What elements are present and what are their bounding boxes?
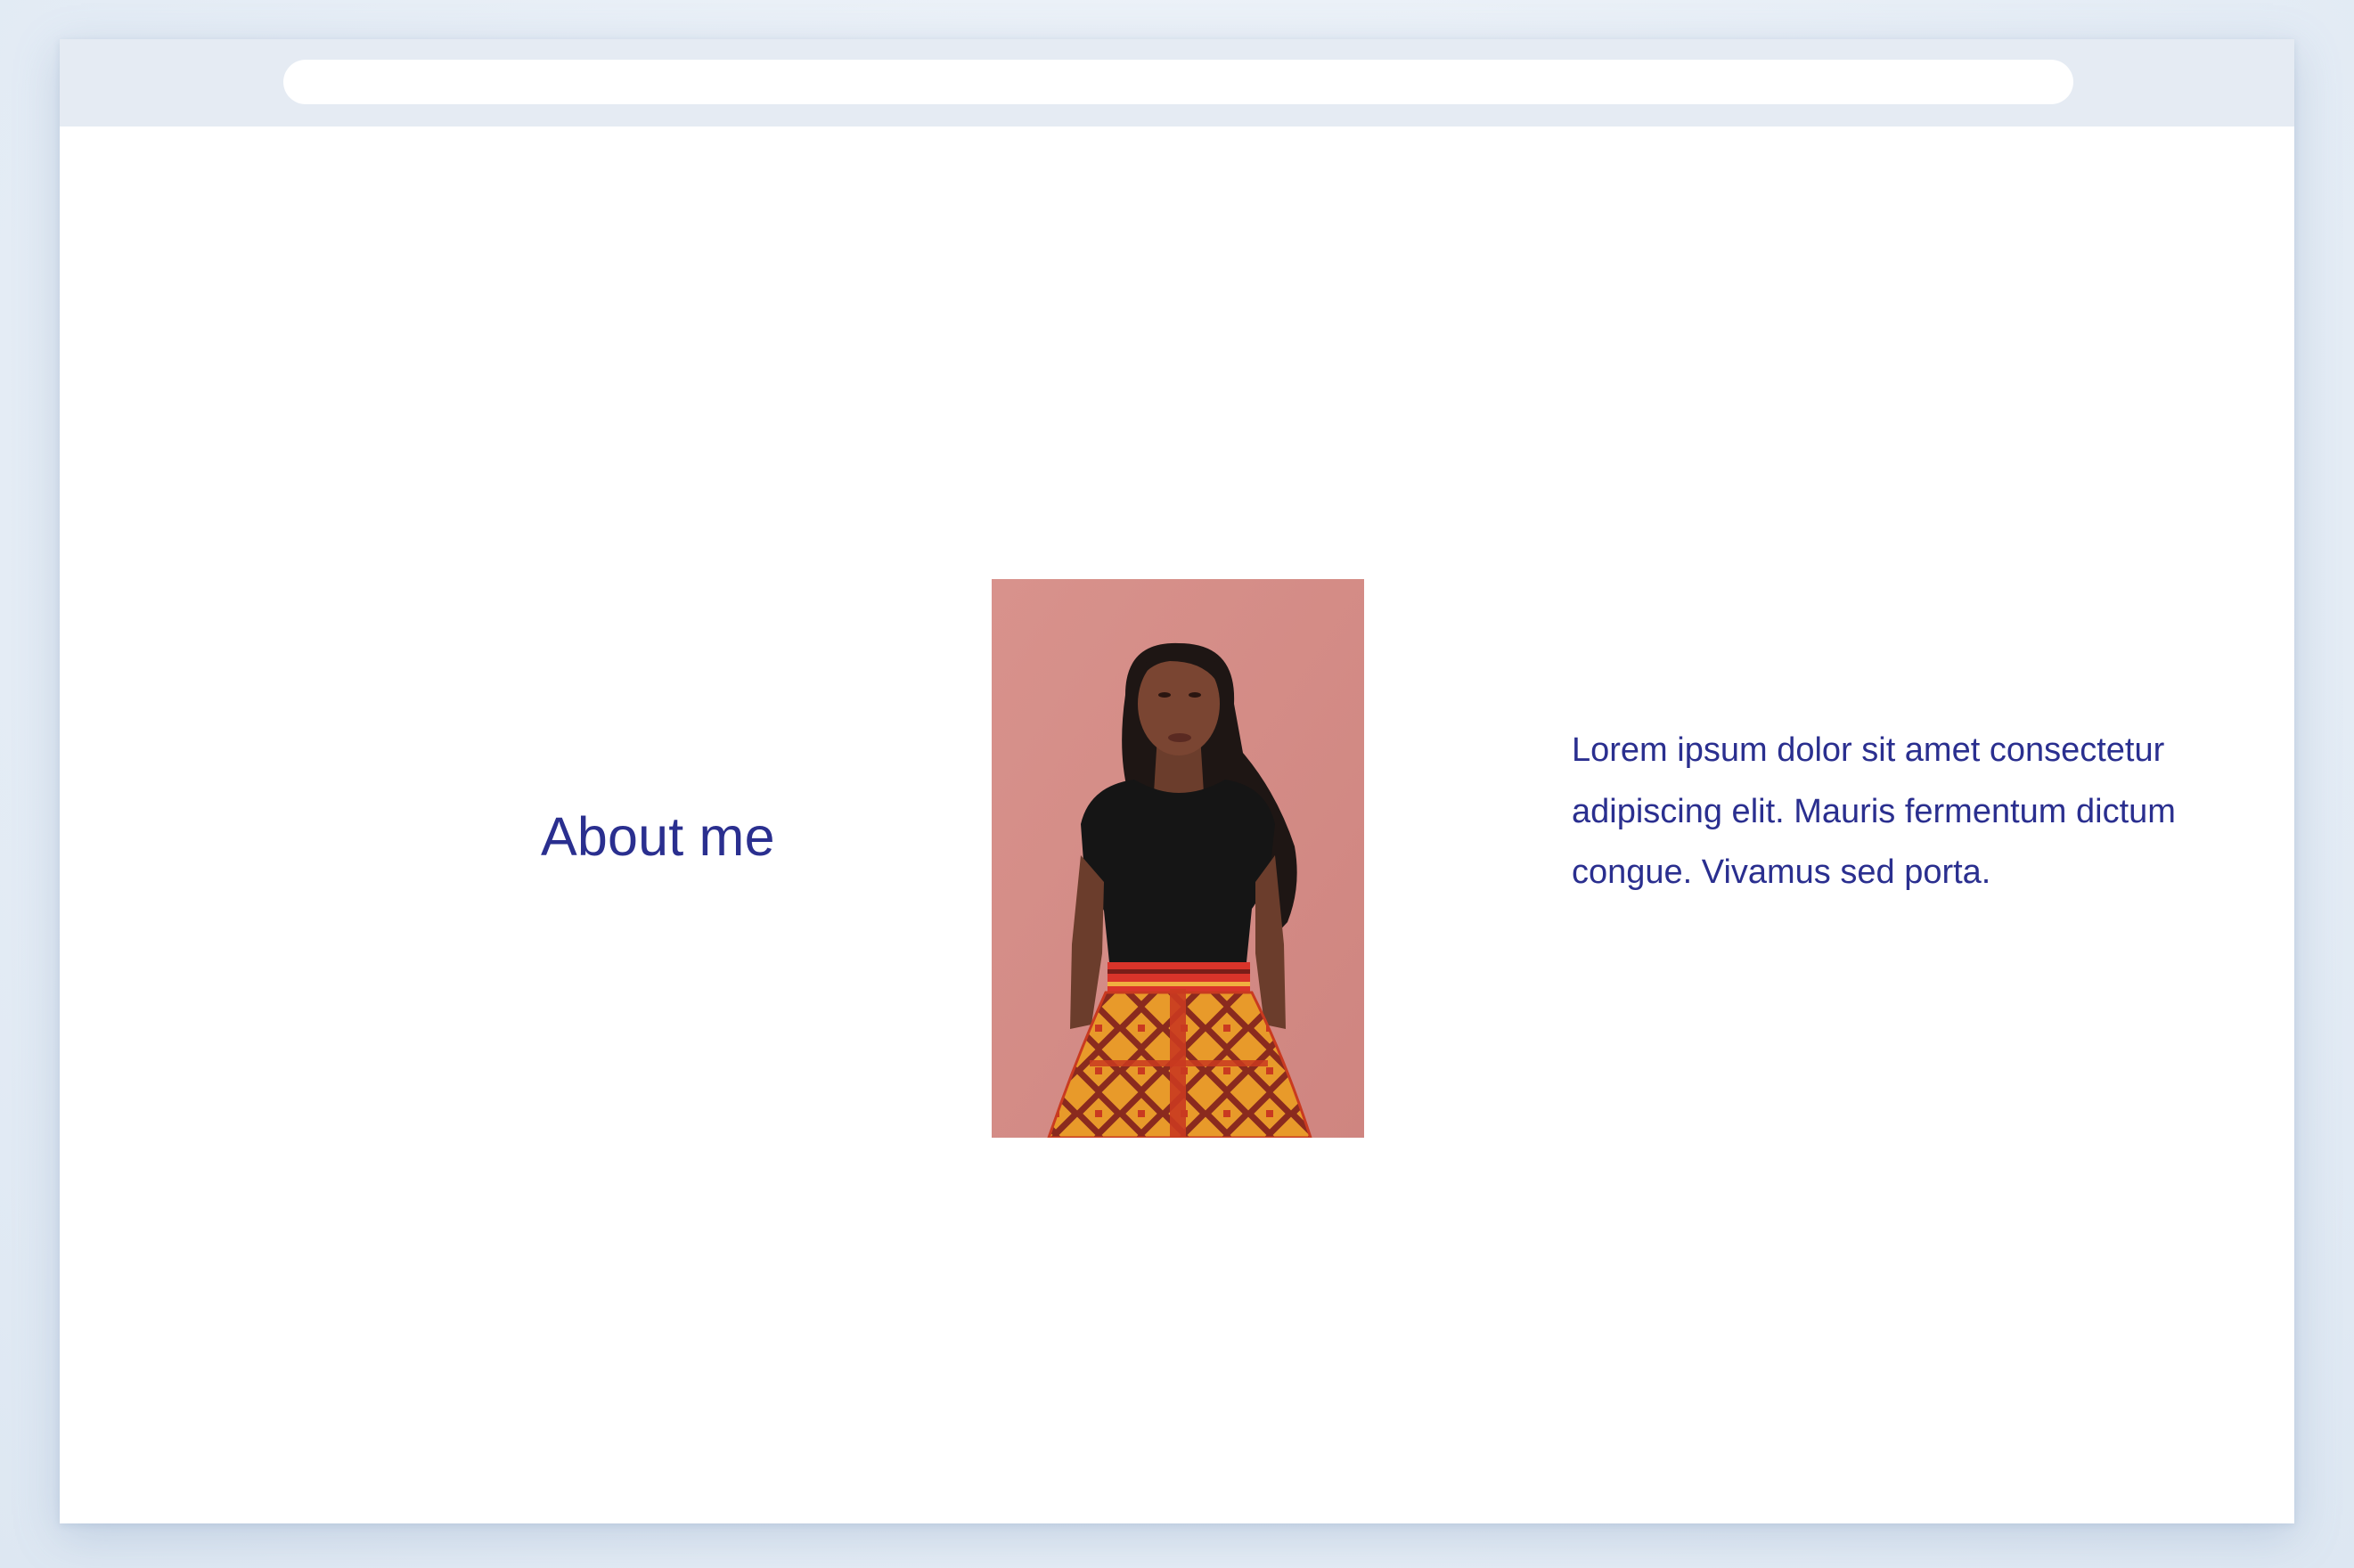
section-title: About me <box>541 806 775 867</box>
browser-toolbar <box>60 39 2294 127</box>
about-bio-text: Lorem ipsum dolor sit amet consectetur a… <box>1572 731 2176 891</box>
page-content: About me Lorem ipsum dolor sit amet cons… <box>60 127 2294 1523</box>
browser-window: About me Lorem ipsum dolor sit amet cons… <box>60 39 2294 1523</box>
address-bar[interactable] <box>283 60 2073 104</box>
portrait-photo <box>992 579 1364 1138</box>
